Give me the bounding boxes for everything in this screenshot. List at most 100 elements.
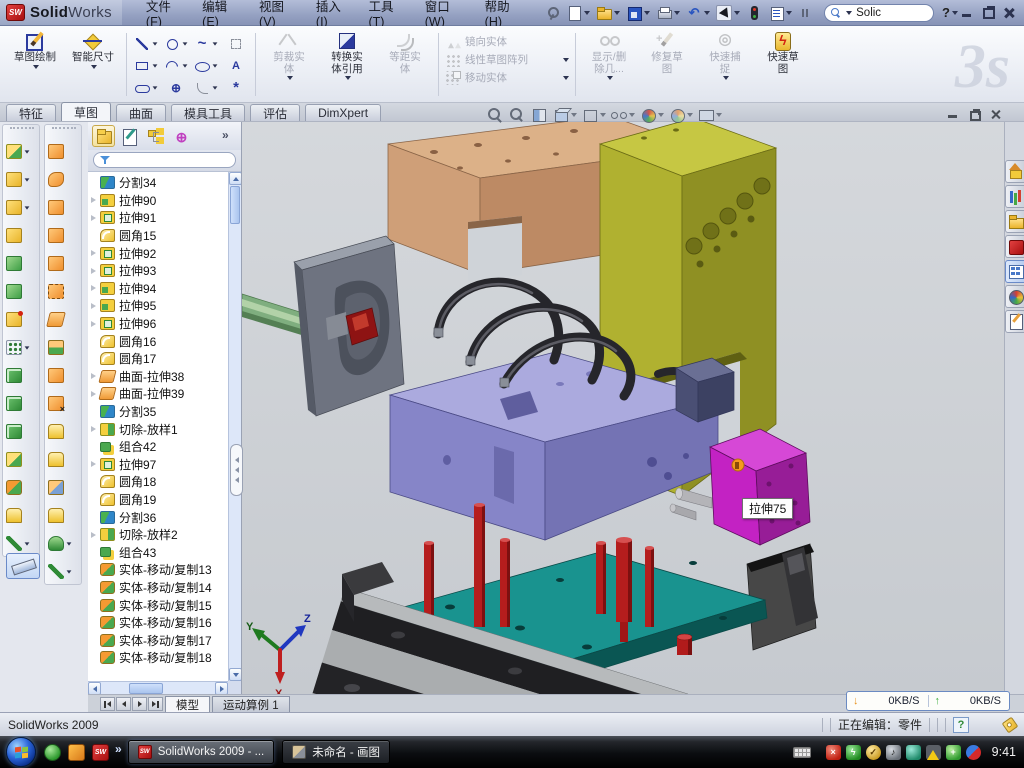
dropdown-caret-icon[interactable] [287, 76, 293, 80]
model-tab[interactable]: 模型 [165, 696, 210, 712]
keyboard-layout-icon[interactable] [793, 747, 811, 758]
dropdown-caret-icon[interactable] [25, 346, 30, 349]
view-orientation-icon[interactable] [552, 106, 577, 124]
feature-tree-item[interactable]: 拉伸90 [88, 192, 228, 210]
feature-tree-item[interactable]: 切除-放样1 [88, 420, 228, 438]
next-tab-button[interactable] [132, 697, 147, 711]
point-tool[interactable]: * [221, 77, 251, 99]
feature-tree-item[interactable]: 圆角17 [88, 350, 228, 368]
filled-surface-tool[interactable] [48, 283, 80, 300]
linear-sketch-pattern-button[interactable]: 线性草图阵列 [445, 52, 569, 67]
menu-item[interactable]: 窗口(W) [415, 0, 475, 25]
feature-tree-item[interactable]: 拉伸92 [88, 244, 228, 262]
mirror-entities-button[interactable]: 镜向实体 [445, 34, 569, 49]
ellipse-tool[interactable] [191, 55, 221, 77]
edit-appearance-icon[interactable] [639, 106, 664, 124]
view-settings-icon[interactable] [697, 106, 722, 124]
new-document-icon[interactable] [564, 3, 592, 23]
feature-tree-item[interactable]: 曲面-拉伸39 [88, 385, 228, 403]
dropdown-caret-icon[interactable] [644, 11, 650, 15]
dropdown-caret-icon[interactable] [723, 76, 729, 80]
highlighted-extrude-body[interactable] [710, 429, 810, 545]
replace-face-tool[interactable] [48, 423, 80, 440]
swept-surface-tool[interactable] [48, 199, 80, 216]
move-body-tool[interactable] [6, 395, 38, 412]
move-copy-body-tool[interactable] [6, 479, 38, 496]
feature-tree-item[interactable]: 实体-移动/复制17 [88, 631, 228, 649]
view-palette-tab[interactable] [1005, 260, 1024, 283]
menu-item[interactable]: 文件(F) [136, 0, 192, 25]
dropdown-caret-icon[interactable] [213, 86, 218, 89]
feature-tree-item[interactable]: 拉伸97 [88, 456, 228, 474]
feature-tree-item[interactable]: 实体-移动/复制15 [88, 596, 228, 614]
last-tab-button[interactable] [148, 697, 163, 711]
measure-button[interactable] [6, 553, 40, 579]
dropdown-caret-icon[interactable] [33, 65, 39, 69]
restore-button[interactable] [979, 5, 997, 21]
tab-features[interactable]: 特征 [6, 104, 56, 121]
feature-tree-item[interactable]: 分割35 [88, 403, 228, 421]
dropdown-caret-icon[interactable] [183, 64, 188, 67]
doc-restore-button[interactable] [966, 108, 982, 122]
quicklaunch-solidworks-icon[interactable]: SW [92, 744, 109, 761]
delete-face-tool[interactable] [48, 395, 80, 412]
motion-study-tab[interactable]: 运动算例 1 [212, 696, 290, 712]
quicklaunch-chevron[interactable]: » [115, 742, 122, 756]
draft-tool[interactable] [6, 283, 38, 300]
feature-tree-item[interactable]: 拉伸93 [88, 262, 228, 280]
scroll-down-button[interactable] [229, 668, 241, 681]
tree-filter-input[interactable] [93, 152, 236, 168]
taskbar-window-paint[interactable]: 未命名 - 画图 [282, 740, 390, 764]
propertymanager-tab[interactable] [118, 125, 141, 147]
tab-dimxpert[interactable]: DimXpert [305, 104, 381, 121]
dropdown-caret-icon[interactable] [25, 178, 30, 181]
dropdown-caret-icon[interactable] [786, 11, 792, 15]
dropdown-caret-icon[interactable] [345, 76, 351, 80]
centerpoint-arc-tool[interactable] [161, 55, 191, 77]
tree-vertical-scrollbar[interactable] [228, 172, 241, 681]
minimize-button[interactable] [958, 5, 976, 21]
search-input[interactable]: Solic [824, 4, 934, 22]
dropdown-caret-icon[interactable] [153, 42, 158, 45]
polygon-tool[interactable]: ⊕ [161, 77, 191, 99]
dropdown-caret-icon[interactable] [563, 76, 569, 80]
sketch-text-tool[interactable]: A [221, 55, 251, 77]
feature-tree-item[interactable]: 实体-移动/复制13 [88, 561, 228, 579]
dropdown-caret-icon[interactable] [614, 11, 620, 15]
dropdown-caret-icon[interactable] [67, 570, 72, 573]
apply-scene-icon[interactable] [668, 106, 693, 124]
scrollbar-thumb[interactable] [129, 683, 163, 694]
dropdown-caret-icon[interactable] [734, 11, 740, 15]
dropdown-caret-icon[interactable] [629, 113, 635, 117]
sketch-button[interactable]: 草图绘制 [6, 29, 64, 100]
dropdown-caret-icon[interactable] [704, 11, 710, 15]
previous-tab-button[interactable] [116, 697, 131, 711]
dropdown-caret-icon[interactable] [716, 113, 722, 117]
first-tab-button[interactable] [100, 697, 115, 711]
undo-icon[interactable]: ↶ [684, 3, 712, 23]
taskbar-window-solidworks[interactable]: SW SolidWorks 2009 - ... [128, 740, 275, 764]
spline-tool[interactable]: ~ [191, 33, 221, 55]
tab-surfaces[interactable]: 曲面 [116, 104, 166, 121]
close-button[interactable] [1000, 5, 1018, 21]
offset-surface-tool[interactable] [48, 339, 80, 356]
tray-volume-icon[interactable]: ♪ [886, 745, 901, 760]
sketch-fillet-tool[interactable] [191, 77, 221, 99]
tag-icon[interactable] [1002, 716, 1019, 733]
toggle-icon[interactable] [796, 3, 816, 23]
ruled-surface-tool[interactable] [48, 367, 80, 384]
split-body-tool[interactable] [6, 423, 38, 440]
dropdown-caret-icon[interactable] [67, 542, 72, 545]
feature-tree-item[interactable]: 实体-移动/复制14 [88, 579, 228, 597]
taskbar-clock[interactable]: 9:41 [992, 745, 1016, 759]
trim-surface-tool[interactable] [48, 479, 80, 496]
tree-horizontal-scrollbar[interactable] [88, 681, 228, 694]
tray-badge-icon[interactable]: ✓ [866, 745, 881, 760]
tray-network-warning-icon[interactable] [926, 745, 941, 760]
rapid-sketch-button[interactable]: ϟ 快速草 图 [754, 29, 812, 100]
dropdown-caret-icon[interactable] [91, 65, 97, 69]
guide-pins[interactable] [670, 488, 712, 520]
dropdown-caret-icon[interactable] [153, 86, 158, 89]
menu-item[interactable]: 编辑(E) [192, 0, 249, 25]
feature-tree-item[interactable]: 拉伸94 [88, 280, 228, 298]
